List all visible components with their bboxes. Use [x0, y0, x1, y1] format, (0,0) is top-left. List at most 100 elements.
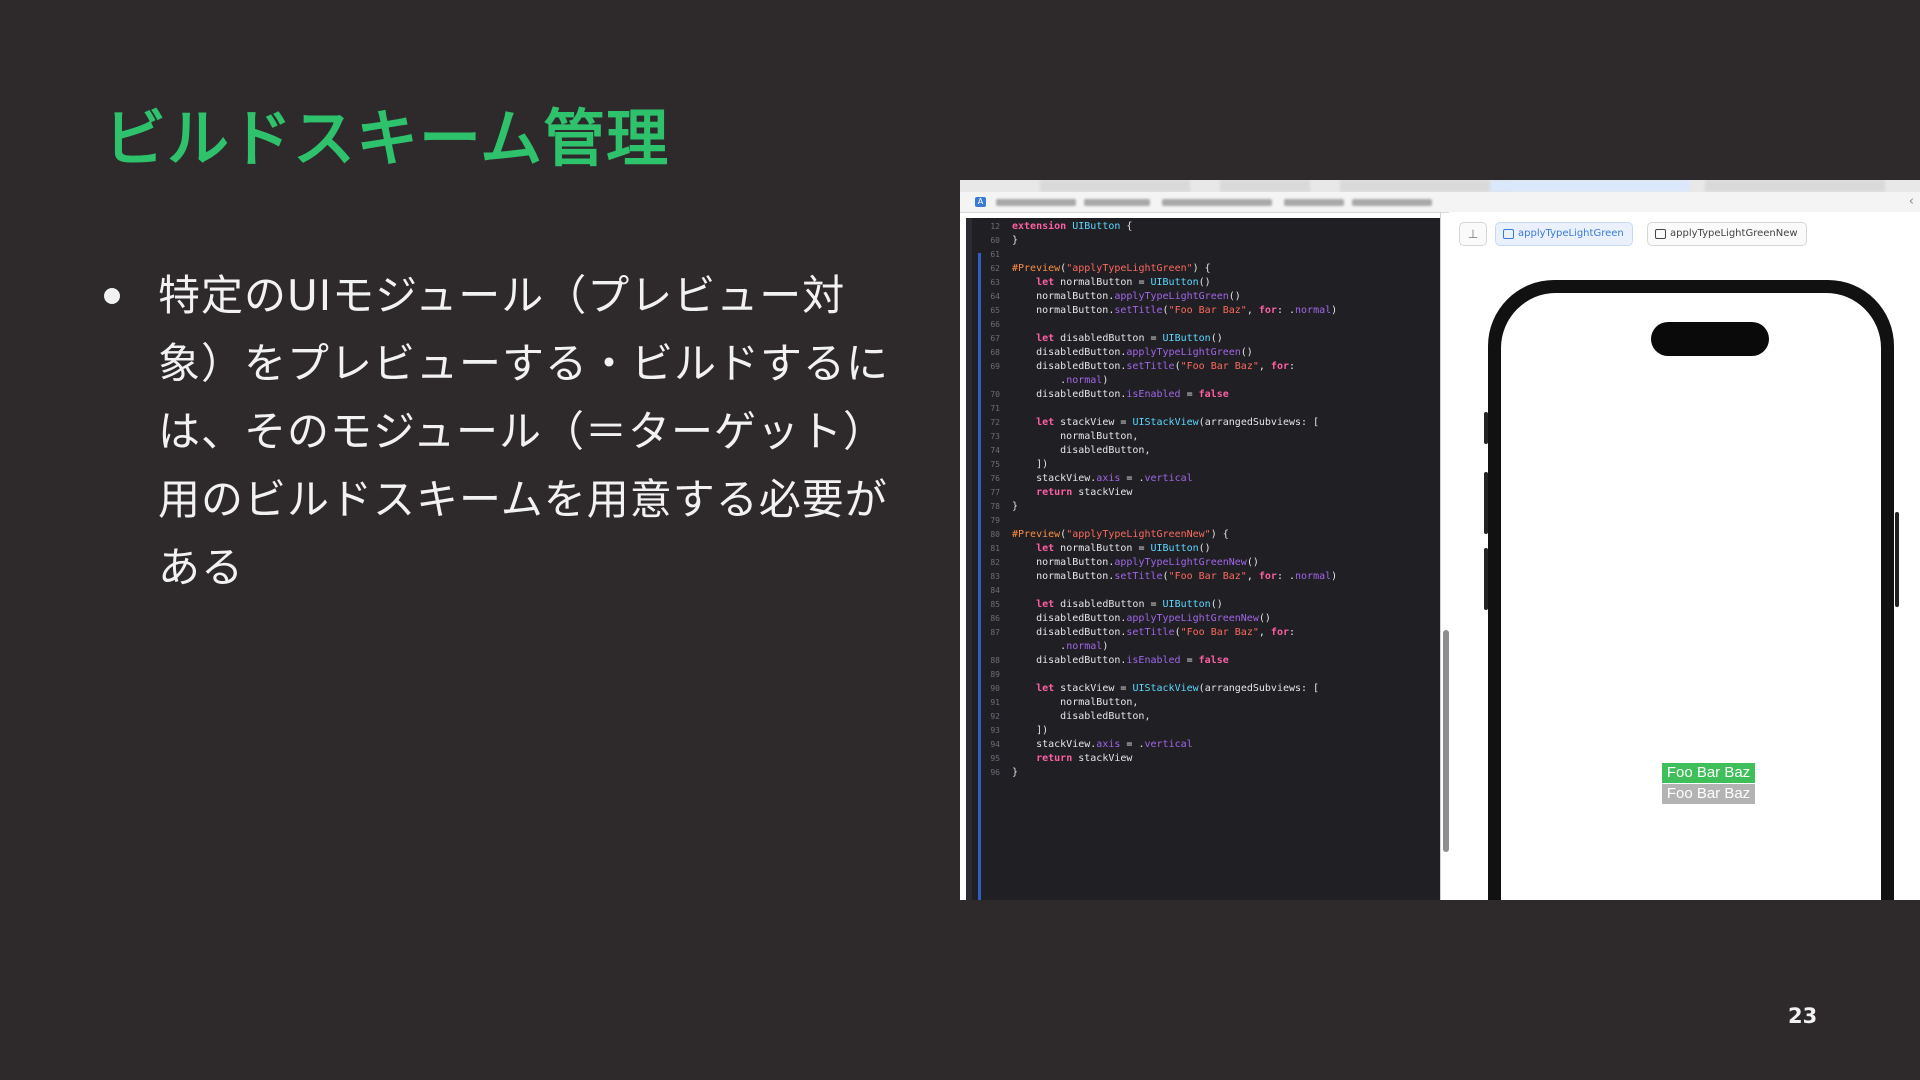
line-number: 89	[990, 670, 1000, 679]
code-text: }	[1012, 767, 1019, 778]
code-line: 92 disabledButton,	[966, 710, 1440, 724]
code-line: 63 let normalButton = UIButton()	[966, 276, 1440, 290]
code-line: 81 let normalButton = UIButton()	[966, 542, 1440, 556]
code-line: 78}	[966, 500, 1440, 514]
volume-up-button	[1484, 472, 1488, 534]
code-line: 95 return stackView	[966, 752, 1440, 766]
code-line: 66	[966, 318, 1440, 332]
code-line: 94 stackView.axis = .vertical	[966, 738, 1440, 752]
code-line: 96}	[966, 766, 1440, 780]
line-number: 87	[990, 628, 1000, 637]
code-line: 91 normalButton,	[966, 696, 1440, 710]
phone-screen: Foo Bar Baz Foo Bar Baz	[1501, 293, 1881, 900]
line-number: 79	[990, 516, 1000, 525]
code-text: ])	[1012, 459, 1049, 470]
code-text: }	[1012, 235, 1019, 246]
code-text: disabledButton.applyTypeLightGreenNew()	[1012, 613, 1271, 624]
bullet-text: 特定のUIモジュール（プレビュー対象）をプレビューする・ビルドするには、そのモジ…	[158, 271, 890, 592]
chevron-left-icon[interactable]: ‹	[1909, 194, 1914, 209]
chip-label: applyTypeLightGreenNew	[1670, 228, 1798, 239]
line-number: 90	[990, 684, 1000, 693]
code-text: disabledButton.isEnabled = false	[1012, 655, 1229, 666]
line-number: 84	[990, 586, 1000, 595]
code-line: 93 ])	[966, 724, 1440, 738]
line-number: 78	[990, 502, 1000, 511]
mute-switch	[1484, 412, 1488, 444]
pin-icon[interactable]: ⊥	[1459, 222, 1487, 246]
code-text: disabledButton,	[1012, 445, 1151, 456]
preview-canvas: ⊥ applyTypeLightGreen applyTypeLightGree…	[1449, 212, 1920, 900]
code-line: .normal)	[966, 640, 1440, 654]
line-number: 71	[990, 404, 1000, 413]
line-number: 93	[990, 726, 1000, 735]
pane-divider[interactable]	[1440, 212, 1441, 900]
tab[interactable]	[1040, 180, 1190, 192]
code-text: .normal)	[1012, 641, 1109, 652]
slide-title: ビルドスキーム管理	[104, 102, 670, 175]
preview-icon	[1655, 229, 1666, 239]
line-number: 77	[990, 488, 1000, 497]
line-number: 76	[990, 474, 1000, 483]
code-text: disabledButton.applyTypeLightGreen()	[1012, 347, 1253, 358]
code-text: stackView.axis = .vertical	[1012, 739, 1193, 750]
preview-normal-button[interactable]: Foo Bar Baz	[1662, 763, 1755, 783]
tab[interactable]	[970, 180, 1010, 192]
code-text: #Preview("applyTypeLightGreenNew") {	[1012, 529, 1229, 540]
line-number: 92	[990, 712, 1000, 721]
code-text: let stackView = UIStackView(arrangedSubv…	[1036, 683, 1320, 694]
line-number: 67	[990, 334, 1000, 343]
code-text: normalButton.setTitle("Foo Bar Baz", for…	[1012, 571, 1338, 582]
code-editor[interactable]: 12 extension UIButton {60} 61 62 #Preview("a…	[966, 218, 1440, 900]
breadcrumb[interactable]	[1084, 199, 1150, 206]
preview-disabled-button: Foo Bar Baz	[1662, 784, 1755, 804]
dynamic-island	[1651, 322, 1769, 356]
iphone-frame: Foo Bar Baz Foo Bar Baz	[1488, 280, 1894, 900]
preview-chip-applyTypeLightGreenNew[interactable]: applyTypeLightGreenNew	[1647, 222, 1807, 246]
code-line: 62 #Preview("applyTypeLightGreen") {	[966, 262, 1440, 276]
code-line: 79	[966, 514, 1440, 528]
code-line: 76 stackView.axis = .vertical	[966, 472, 1440, 486]
code-text: let normalButton = UIButton()	[1036, 277, 1211, 288]
tab[interactable]	[1220, 180, 1310, 192]
line-number: 70	[990, 390, 1000, 399]
code-line: 82 normalButton.applyTypeLightGreenNew()	[966, 556, 1440, 570]
tab[interactable]	[1340, 180, 1510, 192]
breadcrumb[interactable]	[1162, 199, 1272, 206]
code-line: 77 return stackView	[966, 486, 1440, 500]
code-text: ])	[1012, 725, 1049, 736]
line-number: 82	[990, 558, 1000, 567]
file-icon: A	[975, 197, 986, 207]
code-line: 68 disabledButton.applyTypeLightGreen()	[966, 346, 1440, 360]
code-line: 72 let stackView = UIStackView(arrangedS…	[966, 416, 1440, 430]
code-text: normalButton.applyTypeLightGreen()	[1012, 291, 1241, 302]
code-line: 86 disabledButton.applyTypeLightGreenNew…	[966, 612, 1440, 626]
code-text: }	[1012, 501, 1019, 512]
breadcrumb[interactable]	[996, 199, 1076, 206]
code-text: normalButton,	[1012, 697, 1139, 708]
code-text: return stackView	[1036, 753, 1133, 764]
code-text: let normalButton = UIButton()	[1036, 543, 1211, 554]
code-line: 64 normalButton.applyTypeLightGreen()	[966, 290, 1440, 304]
line-number: 68	[990, 348, 1000, 357]
line-number: 75	[990, 460, 1000, 469]
code-text: normalButton.applyTypeLightGreenNew()	[1012, 557, 1259, 568]
code-text: let disabledButton = UIButton()	[1036, 333, 1223, 344]
tab-active[interactable]	[1490, 180, 1690, 192]
page-number: 23	[1788, 1004, 1818, 1028]
breadcrumb[interactable]	[1352, 199, 1432, 206]
code-line: 80 #Preview("applyTypeLightGreenNew") {	[966, 528, 1440, 542]
code-line: 85 let disabledButton = UIButton()	[966, 598, 1440, 612]
breadcrumb[interactable]	[1284, 199, 1344, 206]
line-number: 65	[990, 306, 1000, 315]
line-number: 95	[990, 754, 1000, 763]
preview-icon	[1503, 229, 1514, 239]
preview-chip-applyTypeLightGreen[interactable]: applyTypeLightGreen	[1495, 222, 1633, 246]
volume-down-button	[1484, 548, 1488, 610]
chip-label: applyTypeLightGreen	[1518, 228, 1624, 239]
jump-bar: A ‹	[960, 192, 1920, 213]
code-text: disabledButton.setTitle("Foo Bar Baz", f…	[1012, 361, 1296, 372]
tab[interactable]	[1705, 180, 1885, 192]
code-text: stackView.axis = .vertical	[1012, 473, 1193, 484]
code-line: .normal)	[966, 374, 1440, 388]
code-line: 74 disabledButton,	[966, 444, 1440, 458]
